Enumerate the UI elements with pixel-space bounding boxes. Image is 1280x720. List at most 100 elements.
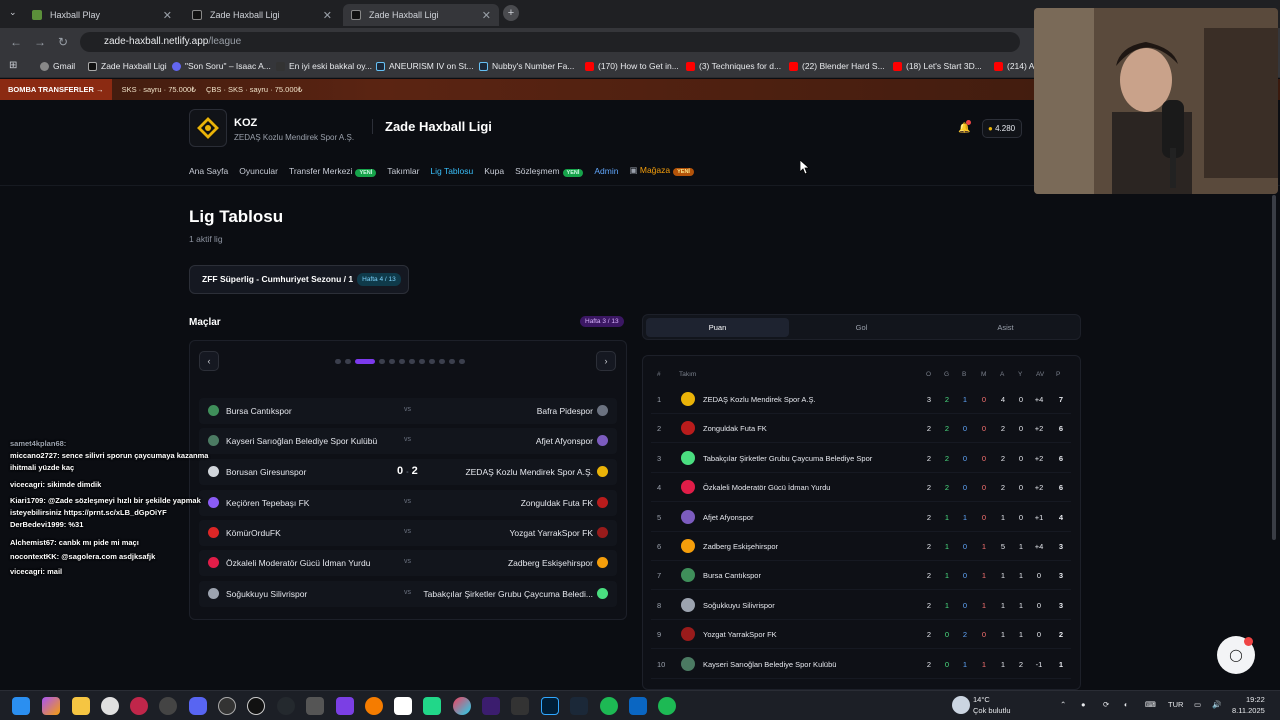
keyboard-icon[interactable]: ⌨ [1145,700,1156,709]
volume-icon[interactable]: 🔊 [1212,700,1221,709]
nav-admin[interactable]: Admin [594,166,618,176]
standings-row[interactable]: 6 Zadberg Eskişehirspor 2 1 0 1 5 1 +4 3 [651,532,1071,561]
page-dot[interactable] [379,359,385,364]
chat-fab-button[interactable]: ◯ [1217,636,1255,674]
standings-row[interactable]: 3 Tabakçılar Şirketler Grubu Çaycuma Bele… [651,444,1071,473]
bookmark-bakkal[interactable]: En iyi eski bakkal oy... [276,61,372,71]
page-dot[interactable] [459,359,465,364]
match-row[interactable]: Bursa Cantıkspor vs Bafra Pidespor [199,398,617,424]
page-dot[interactable] [419,359,425,364]
prev-week-button[interactable]: ‹ [199,351,219,371]
blender-icon[interactable] [365,697,383,715]
app-icon[interactable] [394,697,412,715]
page-dot[interactable] [389,359,395,364]
obs-icon[interactable] [159,697,177,715]
standings-row[interactable]: 2 Zonguldak Futa FK 2 2 0 0 2 0 +2 6 [651,414,1071,444]
tab-2[interactable]: Zade Haxball Ligi ✕ [184,4,340,26]
close-tab-icon[interactable]: ✕ [482,9,491,22]
tab-menu-icon[interactable]: ⌄ [9,7,17,18]
standings-row[interactable]: 7 Bursa Cantıkspor 2 1 0 1 1 1 0 3 [651,561,1071,591]
nav-lig-tablosu[interactable]: Lig Tablosu [430,166,473,176]
bookmark-gmail[interactable]: Gmail [40,61,75,71]
bookmark-son-soru[interactable]: "Son Soru" – Isaac A... [172,61,271,71]
windows-start-icon[interactable] [12,697,30,715]
nav-magaza[interactable]: ▣ Mağaza YENİ [629,165,694,176]
tray-app-icon[interactable]: ● [1081,700,1086,709]
app-icon[interactable] [306,697,324,715]
bookmark-nubby[interactable]: Nubby's Number Fa... [479,61,574,71]
bookmark-yt-5[interactable]: (214) A [994,61,1034,71]
weather-desc[interactable]: Çok bulutlu [973,706,1011,715]
fresco-icon[interactable] [482,697,500,715]
match-row[interactable]: Özkaleli Moderatör Gücü İdman Yurdu vs Zad… [199,550,617,576]
tab-puan[interactable]: Puan [646,318,789,337]
match-row[interactable]: Kayseri Sarıoğlan Belediye Spor Kulübü vs… [199,428,617,454]
file-explorer-icon[interactable] [72,697,90,715]
discord-icon[interactable] [189,697,207,715]
standings-row[interactable]: 10 Kayseri Sarıoğlan Belediye Spor Kulübü… [651,650,1071,679]
nav-takimlar[interactable]: Takımlar [387,166,419,176]
app-icon[interactable] [453,697,471,715]
page-dot[interactable] [409,359,415,364]
apps-grid-icon[interactable]: ⊞ [9,60,17,71]
opera-icon[interactable] [130,697,148,715]
bookmark-yt-3[interactable]: (22) Blender Hard S... [789,61,885,71]
standings-row[interactable]: 8 Soğukkuyu Silivrispor 2 1 0 1 1 1 0 3 [651,591,1071,620]
standings-row[interactable]: 5 Afjet Afyonspor 2 1 1 0 1 0 +1 4 [651,503,1071,532]
nav-oyuncular[interactable]: Oyuncular [239,166,278,176]
tab-asist[interactable]: Asist [934,318,1077,337]
app-icon[interactable] [218,697,236,715]
nav-sozlesmem[interactable]: Sözleşmem YENİ [515,166,584,177]
clock-date[interactable]: 8.11.2025 [1232,706,1265,715]
pycharm-icon[interactable] [423,697,441,715]
match-row[interactable]: Keçiören Tepebaşı FK vs Zonguldak Futa FK [199,490,617,516]
steam-icon[interactable] [570,697,588,715]
match-row[interactable]: Borusan Giresunspor 0 - 2 ZEDAŞ Kozlu Mend… [199,459,617,485]
forward-icon[interactable]: → [34,35,46,49]
bookmark-aneurism[interactable]: ANEURISM IV on St... [376,61,474,71]
bookmark-yt-2[interactable]: (3) Techniques for d... [686,61,781,71]
page-dot[interactable] [335,359,341,364]
spotify-icon[interactable] [600,697,618,715]
tab-3[interactable]: Zade Haxball Ligi ✕ [343,4,499,26]
site-brand[interactable]: Zade Haxball Ligi [372,119,492,134]
tray-chevron-icon[interactable]: ⌃ [1060,700,1066,709]
close-tab-icon[interactable]: ✕ [163,9,172,22]
standings-row[interactable]: 1 ZEDAŞ Kozlu Mendirek Spor A.Ş. 3 2 1 0 4 0 +4 7 [651,385,1071,414]
app-icon[interactable] [629,697,647,715]
tray-app-icon[interactable]: ◐ [1124,700,1129,709]
page-dot[interactable] [429,359,435,364]
url-input[interactable]: zade-haxball.netlify.app/league [80,32,1020,52]
spotify-icon[interactable] [658,697,676,715]
tab-1[interactable]: Haxball Play ✕ [24,4,180,26]
bookmark-yt-4[interactable]: (18) Let's Start 3D... [893,61,982,71]
tab-gol[interactable]: Gol [790,318,933,337]
bookmark-yt-1[interactable]: (170) How to Get in... [585,61,679,71]
match-row[interactable]: Soğukkuyu Silivrispor vs Tabakçılar Şirket… [199,581,617,607]
standings-row[interactable]: 4 Özkaleli Moderatör Gücü İdman Yurdu 2 2 0 0… [651,473,1071,503]
page-dot[interactable] [399,359,405,364]
notification-bell-icon[interactable]: 🔔 [958,120,971,134]
clock-time[interactable]: 19:22 [1246,695,1265,704]
close-tab-icon[interactable]: ✕ [323,9,332,22]
page-dot[interactable] [439,359,445,364]
tray-sync-icon[interactable]: ⟳ [1103,700,1109,709]
next-week-button[interactable]: › [596,351,616,371]
copilot-icon[interactable] [42,697,60,715]
weather-temp[interactable]: 14°C [973,695,990,704]
season-selector[interactable]: ZFF Süperlig - Cumhuriyet Sezonu / 1 Haft… [189,265,409,294]
nav-ana-sayfa[interactable]: Ana Sayfa [189,166,228,176]
app-icon[interactable] [511,697,529,715]
nav-transfer-merkezi[interactable]: Transfer Merkezi YENİ [289,166,377,177]
photoshop-icon[interactable] [541,697,559,715]
page-dot[interactable] [449,359,455,364]
standings-row[interactable]: 9 Yozgat YarrakSpor FK 2 0 2 0 1 1 0 2 [651,620,1071,650]
visual-studio-icon[interactable] [336,697,354,715]
network-icon[interactable]: ▭ [1194,700,1201,709]
page-scrollbar[interactable] [1272,195,1276,540]
page-dot[interactable] [345,359,351,364]
coin-balance[interactable]: ● 4.280 [982,119,1022,138]
reload-icon[interactable]: ↻ [58,35,68,49]
nav-kupa[interactable]: Kupa [484,166,504,176]
language-indicator[interactable]: TUR [1168,700,1183,709]
